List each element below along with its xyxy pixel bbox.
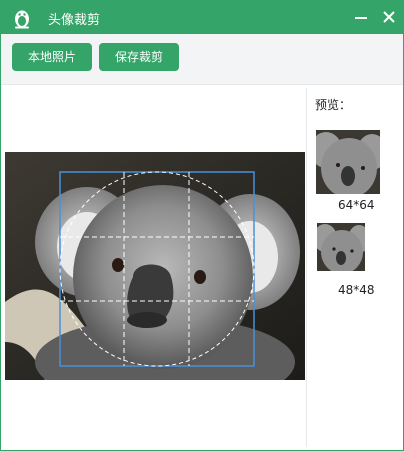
- preview-48: [317, 223, 365, 271]
- local-photo-button[interactable]: 本地照片: [12, 43, 92, 71]
- minimize-icon[interactable]: [351, 7, 371, 27]
- window-title: 头像裁剪: [48, 13, 101, 28]
- avatar-crop-window: 头像裁剪 本地照片 保存裁剪 预览： 64*64 48*48: [0, 0, 404, 451]
- penguin-avatar-icon: [15, 10, 29, 29]
- toolbar: 本地照片 保存裁剪: [1, 34, 403, 85]
- preview-label: 预览：: [315, 98, 352, 112]
- crop-canvas[interactable]: [5, 88, 307, 447]
- preview-48-caption: 48*48: [338, 283, 375, 297]
- koala-photo: [5, 152, 305, 380]
- close-icon[interactable]: [379, 7, 399, 27]
- save-crop-button[interactable]: 保存裁剪: [99, 43, 179, 71]
- preview-64: [316, 130, 380, 194]
- preview-64-caption: 64*64: [338, 198, 375, 212]
- titlebar: 头像裁剪: [1, 1, 403, 34]
